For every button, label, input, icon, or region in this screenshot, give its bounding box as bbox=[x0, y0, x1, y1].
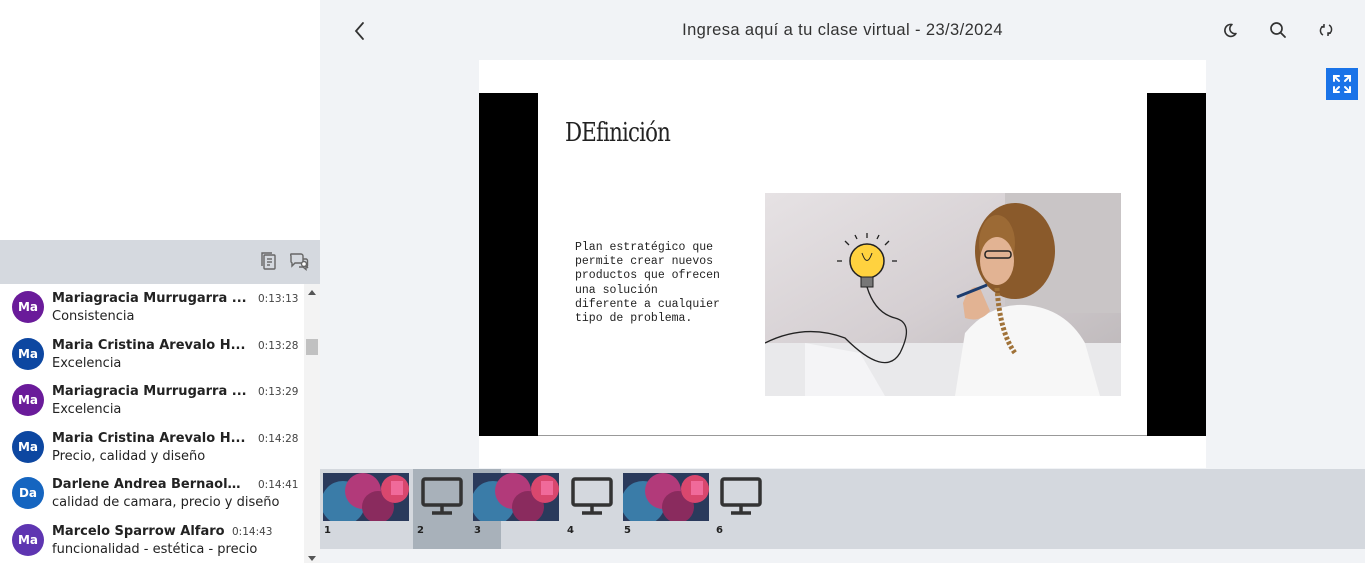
chat-bubbles-icon[interactable] bbox=[288, 250, 310, 272]
sender-name: Darlene Andrea Bernaola... bbox=[52, 477, 248, 492]
message-text: calidad de camara, precio y diseño bbox=[52, 495, 280, 510]
chat-toolbar bbox=[0, 240, 320, 284]
thumbnail-number: 2 bbox=[417, 525, 424, 536]
thumbnail-slide-1[interactable]: 1 bbox=[320, 469, 409, 549]
letterbox-right bbox=[1147, 93, 1206, 436]
thumbnail-number: 1 bbox=[324, 525, 331, 536]
presentation-area: Ingresa aquí a tu clase virtual - 23/3/2… bbox=[320, 0, 1365, 563]
page-title: Ingresa aquí a tu clase virtual - 23/3/2… bbox=[682, 21, 1003, 39]
search-icon bbox=[1270, 22, 1286, 38]
swap-button[interactable] bbox=[1316, 20, 1336, 40]
avatar: Ma bbox=[12, 337, 44, 370]
sender-name: Marcelo Sparrow Alfaro bbox=[52, 523, 225, 539]
slide-title: DEfinición bbox=[565, 118, 671, 148]
sender-name: Maria Cristina Arevalo H... bbox=[52, 337, 246, 353]
message-text: Excelencia bbox=[52, 402, 122, 417]
dark-mode-button[interactable] bbox=[1220, 20, 1240, 40]
sender-name: Maria Cristina Arevalo H... bbox=[52, 430, 246, 446]
slide-divider bbox=[538, 435, 1147, 436]
avatar: Ma bbox=[12, 430, 44, 463]
monitor-icon bbox=[720, 477, 762, 515]
message-text: Precio, calidad y diseño bbox=[52, 448, 206, 464]
message-time: 0:13:13 bbox=[258, 293, 299, 305]
monitor-icon bbox=[571, 477, 613, 515]
message-text: Consistencia bbox=[52, 309, 135, 324]
sender-name: Mariagracia Murrugarra ... bbox=[52, 291, 247, 306]
slide-preview-image bbox=[623, 473, 709, 521]
message-time: 0:14:43 bbox=[232, 525, 273, 538]
scroll-thumb[interactable] bbox=[306, 339, 318, 355]
moon-icon bbox=[1224, 23, 1237, 38]
message-time: 0:14:28 bbox=[258, 432, 299, 445]
avatar: Da bbox=[12, 477, 44, 509]
thumbnail-number: 3 bbox=[474, 525, 481, 536]
message-text: Excelencia bbox=[52, 355, 122, 371]
chat-list: Ma Mariagracia Murrugarra ... 0:13:13 Co… bbox=[0, 284, 304, 563]
chat-message: Ma Marcelo Sparrow Alfaro 0:14:43 funcio… bbox=[0, 517, 304, 563]
scroll-up-arrow[interactable] bbox=[308, 290, 316, 295]
message-time: 0:13:29 bbox=[258, 386, 299, 398]
thumbnail-slide-3[interactable]: 3 bbox=[470, 469, 559, 549]
search-button[interactable] bbox=[1268, 20, 1288, 40]
sender-name: Mariagracia Murrugarra ... bbox=[52, 384, 247, 399]
left-panel: Ma Mariagracia Murrugarra ... 0:13:13 Co… bbox=[0, 0, 320, 563]
chat-message: Ma Mariagracia Murrugarra ... 0:13:13 Co… bbox=[0, 284, 304, 331]
thumbnail-number: 4 bbox=[567, 525, 574, 536]
slide-thumbnails: 1 2 3 4 5 6 bbox=[320, 469, 1365, 549]
slide-photo bbox=[765, 193, 1121, 396]
chat-scrollbar[interactable] bbox=[304, 284, 320, 563]
message-text: funcionalidad - estética - precio bbox=[52, 541, 258, 557]
slide-preview-image bbox=[323, 473, 409, 521]
chat-message: Da Darlene Andrea Bernaola... 0:14:41 ca… bbox=[0, 470, 304, 517]
fullscreen-button[interactable] bbox=[1326, 68, 1358, 100]
header: Ingresa aquí a tu clase virtual - 23/3/2… bbox=[320, 0, 1365, 60]
chat-message: Ma Mariagracia Murrugarra ... 0:13:29 Ex… bbox=[0, 377, 304, 424]
message-time: 0:13:28 bbox=[258, 339, 299, 352]
monitor-icon bbox=[421, 477, 463, 515]
letterbox-left bbox=[479, 93, 538, 436]
current-slide: DEfinición Plan estratégico que permite … bbox=[479, 60, 1206, 468]
swap-arrows-icon bbox=[1319, 24, 1333, 36]
scroll-down-arrow[interactable] bbox=[308, 556, 316, 561]
thumbnail-slide-5[interactable]: 5 bbox=[620, 469, 709, 549]
copy-icon[interactable] bbox=[258, 250, 280, 272]
slide-body: Plan estratégico que permite crear nuevo… bbox=[575, 241, 720, 326]
thumbnail-slide-6[interactable]: 6 bbox=[712, 469, 800, 549]
message-time: 0:14:41 bbox=[258, 479, 299, 491]
avatar: Ma bbox=[12, 384, 44, 416]
bottom-strip bbox=[320, 549, 1365, 563]
avatar: Ma bbox=[12, 523, 44, 556]
chat-message: Ma Maria Cristina Arevalo H... 0:13:28 E… bbox=[0, 331, 304, 378]
thumbnail-number: 6 bbox=[716, 525, 723, 536]
expand-icon bbox=[1333, 75, 1351, 93]
slide-preview-image bbox=[473, 473, 559, 521]
avatar: Ma bbox=[12, 291, 44, 323]
chat-message: Ma Maria Cristina Arevalo H... 0:14:28 P… bbox=[0, 424, 304, 471]
thumbnail-number: 5 bbox=[624, 525, 631, 536]
